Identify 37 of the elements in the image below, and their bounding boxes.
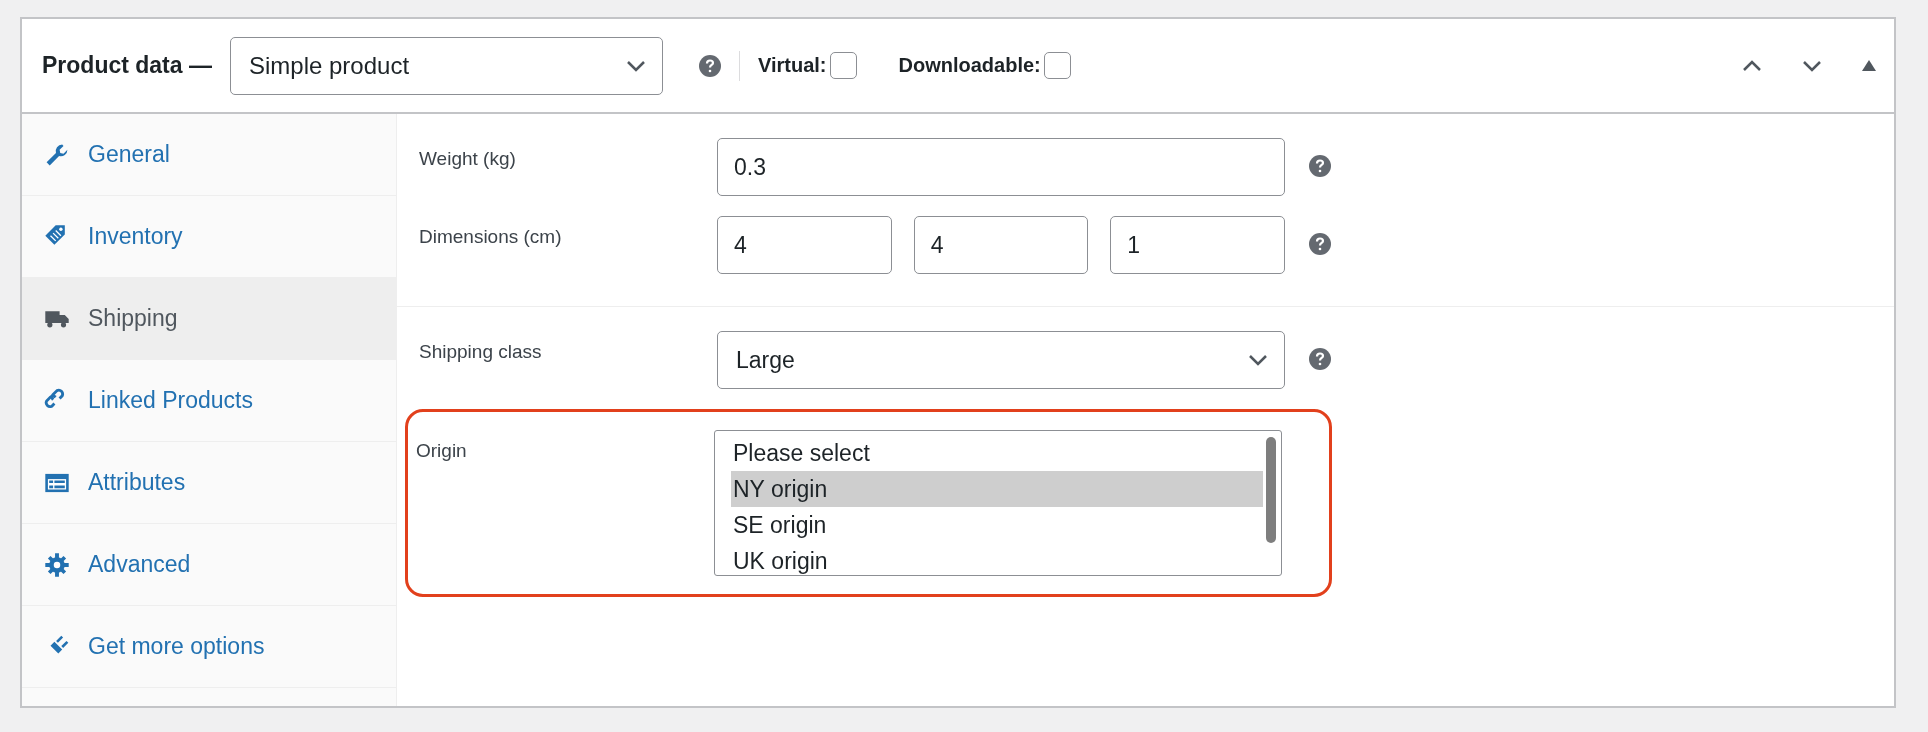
input-field[interactable]: 0.3 <box>717 138 1285 196</box>
triangle-up-icon[interactable] <box>1862 60 1876 71</box>
chevron-up-icon <box>1742 59 1762 72</box>
sidebar-tab[interactable]: General <box>22 114 396 196</box>
sidebar-tab[interactable]: Linked Products <box>22 360 396 442</box>
option-label: Downloadable: <box>898 54 1041 77</box>
chevron-down-icon <box>1802 59 1822 72</box>
shipping-class-select[interactable]: Large <box>717 331 1285 389</box>
listbox-option[interactable]: Please select <box>731 435 1263 471</box>
origin-listbox[interactable]: Please select NY origin SE origin UK origin <box>714 430 1282 576</box>
checkbox[interactable] <box>1043 52 1071 79</box>
field-label: Origin <box>416 439 468 462</box>
panel-title: Product data — <box>42 52 212 79</box>
sidebar-tab[interactable]: Advanced <box>22 524 396 606</box>
sidebar-tab[interactable]: Attributes <box>22 442 396 524</box>
listbox-option[interactable]: UK origin <box>731 543 1263 575</box>
gear-icon <box>44 551 70 578</box>
scrollbar-thumb[interactable] <box>1266 437 1276 543</box>
chevron-down-icon <box>625 59 646 72</box>
help-icon[interactable] <box>1309 348 1331 370</box>
listbox-option[interactable]: NY origin <box>731 471 1263 507</box>
listbox-option[interactable]: SE origin <box>731 507 1263 543</box>
option-label: Virtual: <box>757 54 827 77</box>
product-type-select[interactable]: Simple product <box>229 36 663 95</box>
help-icon[interactable] <box>1309 233 1331 255</box>
field-label: Weight (kg) <box>419 147 517 170</box>
input-field[interactable]: 1 <box>1110 216 1285 274</box>
input-field[interactable]: 4 <box>913 216 1089 274</box>
field-label: Dimensions (cm) <box>419 225 563 248</box>
field-label: Shipping class <box>419 340 543 363</box>
checkbox[interactable] <box>829 52 857 79</box>
sidebar-tab[interactable]: Shipping <box>22 278 396 360</box>
help-icon[interactable] <box>698 54 721 77</box>
input-field[interactable]: 4 <box>717 216 892 274</box>
help-icon[interactable] <box>1309 155 1331 177</box>
chevron-down-icon <box>1248 354 1268 366</box>
sidebar-tab[interactable]: Get more options <box>22 606 396 688</box>
